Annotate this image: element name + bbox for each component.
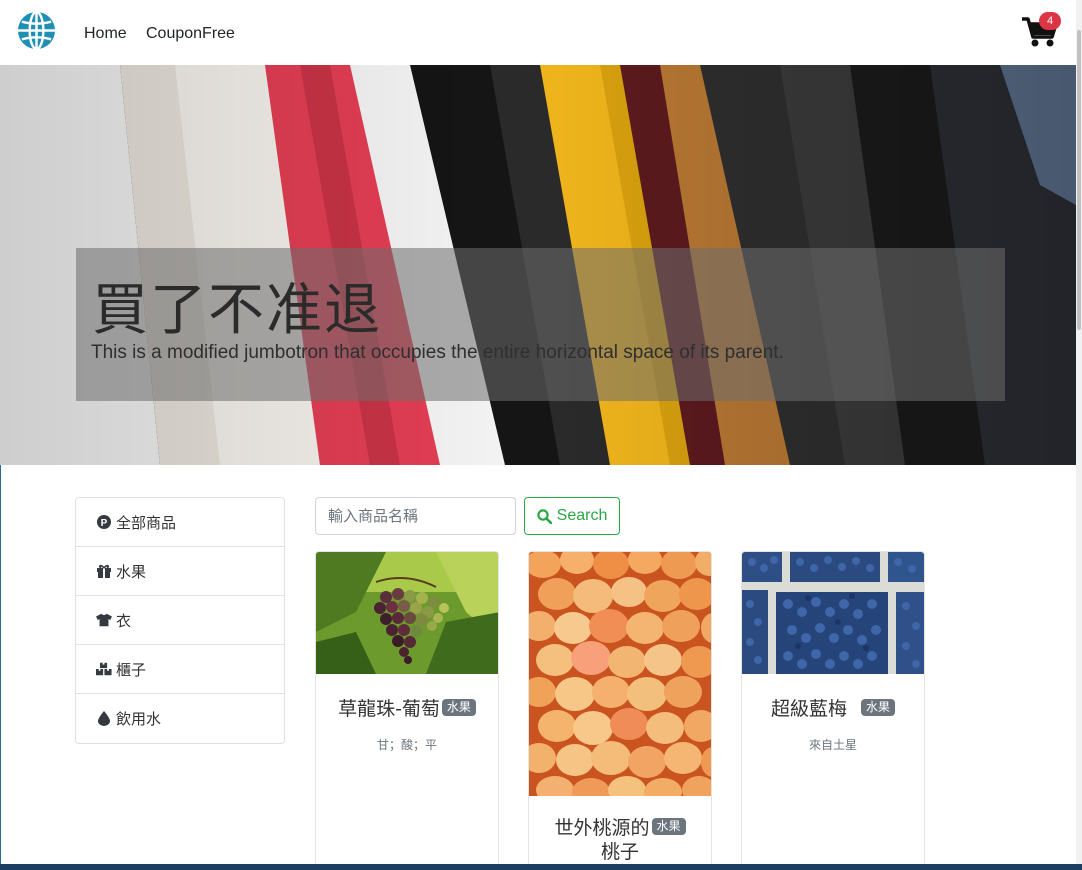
product-image-blueberries	[742, 552, 924, 674]
category-badge: 水果	[441, 699, 476, 716]
product-name: 超級藍梅	[770, 698, 847, 720]
page-scrollbar[interactable]	[1076, 0, 1082, 870]
product-title: 世外桃源的 水果 桃子	[529, 816, 711, 864]
navbar: Home CouponFree 4	[0, 0, 1076, 65]
category-label: 衣	[116, 612, 132, 630]
product-image-peaches	[529, 552, 711, 796]
category-badge: 水果	[651, 818, 686, 835]
category-item-all[interactable]: P 全部商品	[76, 498, 284, 547]
parking-circle-icon: P	[96, 514, 112, 530]
category-item-water[interactable]: 飲用水	[76, 694, 284, 743]
product-name-line2: 桃子	[600, 841, 639, 863]
tshirt-icon	[96, 612, 112, 628]
category-label: 飲用水	[116, 711, 162, 728]
category-label: 櫃子	[116, 661, 147, 679]
category-item-clothes[interactable]: 衣	[76, 596, 284, 645]
product-description: 甘；酸；平	[376, 738, 437, 752]
product-name: 草龍珠-葡萄	[338, 698, 440, 720]
product-search-input[interactable]	[315, 497, 516, 535]
product-title: 草龍珠-葡萄 水果	[316, 694, 498, 721]
product-name-line1: 世外桃源的	[554, 817, 650, 839]
search-icon	[536, 508, 552, 524]
category-item-cabinet[interactable]: 櫃子	[76, 645, 284, 694]
product-image-grapes	[316, 552, 498, 674]
svg-text:P: P	[101, 518, 108, 529]
scrollbar-thumb[interactable]	[1077, 30, 1081, 330]
product-description: 來自土星	[808, 738, 857, 752]
water-drop-icon	[96, 711, 112, 727]
hero-subtitle: This is a modified jumbotron that occupi…	[91, 342, 784, 363]
category-badge: 水果	[861, 699, 896, 716]
category-label: 水果	[116, 563, 147, 581]
nav-couponfree-link[interactable]: CouponFree	[146, 25, 235, 43]
window-bottom-edge	[0, 864, 1082, 870]
gift-icon	[96, 563, 112, 579]
product-title: 超級藍梅 水果	[742, 694, 924, 721]
product-card[interactable]: 超級藍梅 水果 來自土星	[741, 551, 925, 870]
category-item-fruit[interactable]: 水果	[76, 547, 284, 596]
search-button[interactable]: Search	[524, 497, 620, 535]
boxes-icon	[96, 661, 112, 677]
cart-count-badge: 4	[1039, 12, 1061, 30]
product-card[interactable]: 草龍珠-葡萄 水果 甘；酸；平	[315, 551, 499, 870]
hero-title: 買了不准退	[92, 278, 382, 343]
search-button-label: Search	[556, 507, 608, 524]
globe-logo-icon[interactable]	[17, 11, 56, 50]
nav-home-link[interactable]: Home	[84, 25, 127, 43]
product-card[interactable]: 世外桃源的 水果 桃子	[528, 551, 712, 870]
category-label: 全部商品	[116, 514, 177, 532]
category-list: P 全部商品 水果 衣 櫃子 飲用水	[75, 497, 285, 744]
